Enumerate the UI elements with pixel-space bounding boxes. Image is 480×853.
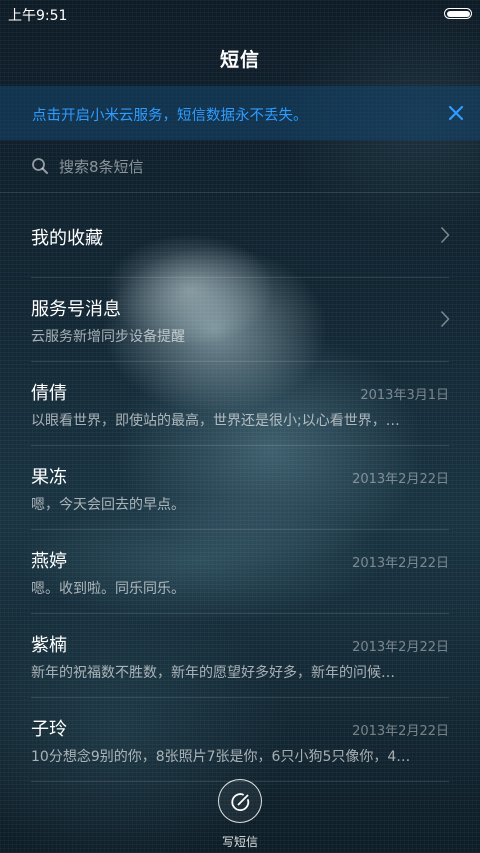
status-time: 上午9:51 [8, 8, 68, 24]
message-date: 2013年2月22日 [352, 472, 449, 487]
message-date: 2013年2月22日 [352, 556, 449, 571]
contact-name: 紫楠 [31, 635, 67, 656]
contact-name: 果冻 [31, 467, 67, 488]
conversation-item[interactable]: 倩倩 2013年3月1日 以眼看世界，即使站的最高，世界还是很小;以心看世界，… [0, 362, 480, 446]
favorites-folder[interactable]: 我的收藏 [0, 194, 480, 278]
search-input[interactable]: 搜索8条短信 [59, 156, 144, 177]
message-preview: 嗯。收到啦。同乐同乐。 [31, 581, 185, 597]
message-preview: 新年的祝福数不胜数，新年的愿望好多好多，新年的问候… [31, 665, 395, 681]
close-icon[interactable] [446, 103, 466, 123]
compose-label[interactable]: 写短信 [200, 833, 280, 850]
folder-name: 我的收藏 [31, 228, 103, 249]
message-preview: 嗯，今天会回去的早点。 [31, 497, 185, 513]
conversation-item[interactable]: 果冻 2013年2月22日 嗯，今天会回去的早点。 [0, 446, 480, 530]
conversation-item[interactable]: 燕婷 2013年2月22日 嗯。收到啦。同乐同乐。 [0, 530, 480, 614]
compose-button[interactable]: 写短信 [218, 779, 262, 853]
cloud-banner-text[interactable]: 点击开启小米云服务，短信数据永不丢失。 [32, 104, 308, 125]
chevron-right-icon [440, 226, 450, 244]
folder-subtitle: 云服务新增同步设备提醒 [31, 329, 185, 345]
cloud-service-banner[interactable]: 点击开启小米云服务，短信数据永不丢失。 [0, 86, 480, 140]
conversation-list: 我的收藏 服务号消息 云服务新增同步设备提醒 倩倩 2013年3月1日 以眼看世… [0, 194, 480, 782]
contact-name: 倩倩 [31, 383, 67, 404]
sms-app-screen: 上午9:51 短信 点击开启小米云服务，短信数据永不丢失。 搜索8条短信 我的收… [0, 0, 480, 853]
message-date: 2013年2月22日 [352, 640, 449, 655]
message-date: 2013年3月1日 [360, 388, 449, 403]
message-preview: 以眼看世界，即使站的最高，世界还是很小;以心看世界，… [31, 413, 400, 429]
page-title: 短信 [219, 49, 260, 71]
folder-name: 服务号消息 [31, 299, 121, 320]
compose-icon[interactable] [218, 779, 262, 823]
conversation-item[interactable]: 子玲 2013年2月22日 10分想念9别的你，8张照片7张是你，6只小狗5只像… [0, 698, 480, 782]
message-date: 2013年2月22日 [352, 724, 449, 739]
battery-icon [444, 8, 472, 19]
service-messages-folder[interactable]: 服务号消息 云服务新增同步设备提醒 [0, 278, 480, 362]
status-bar: 上午9:51 [0, 0, 480, 28]
search-icon [31, 157, 49, 175]
contact-name: 子玲 [31, 719, 67, 740]
chevron-right-icon [440, 310, 450, 328]
contact-name: 燕婷 [31, 551, 67, 572]
app-header: 短信 [0, 28, 480, 86]
search-bar[interactable]: 搜索8条短信 [0, 140, 480, 193]
conversation-item[interactable]: 紫楠 2013年2月22日 新年的祝福数不胜数，新年的愿望好多好多，新年的问候… [0, 614, 480, 698]
message-preview: 10分想念9别的你，8张照片7张是你，6只小狗5只像你，4… [31, 749, 411, 765]
